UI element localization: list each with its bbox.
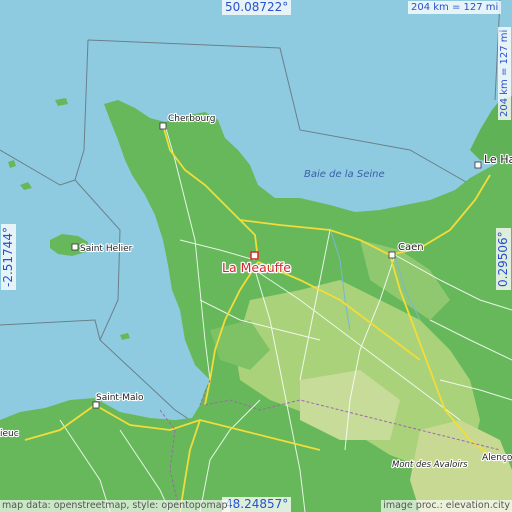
label-mont-des-avaloirs: Mont des Avaloirs [392,460,468,470]
location-marker[interactable] [250,251,259,260]
map-credit: map data: openstreetmap, style: opentopo… [0,500,230,512]
top-scale-label: 204 km = 127 mi [408,1,502,14]
label-dinan-partial: ieuc [0,429,19,439]
label-le-havre: Le Ha [484,153,512,166]
label-saint-helier: Saint Helier [80,244,133,254]
label-caen: Caen [398,242,424,253]
label-alencon: Alenço [482,453,512,463]
processing-credit: image proc.: elevation.city [381,500,512,512]
label-cherbourg: Cherbourg [168,114,215,124]
label-saint-malo: Saint-Malo [96,393,144,403]
left-longitude-label: -2.51744° [1,224,16,290]
right-longitude-label: 0.29506° [496,228,511,290]
label-bay: Baie de la Seine [304,169,385,180]
topographic-map[interactable]: Cherbourg Saint Helier Caen Le Ha Saint-… [0,0,512,512]
bottom-latitude-label: 48.24857° [222,497,292,512]
right-scale-label: 204 km = 127 mi [498,26,511,120]
top-latitude-label: 50.08722° [222,0,292,15]
label-main-location: La Meauffe [222,260,291,275]
